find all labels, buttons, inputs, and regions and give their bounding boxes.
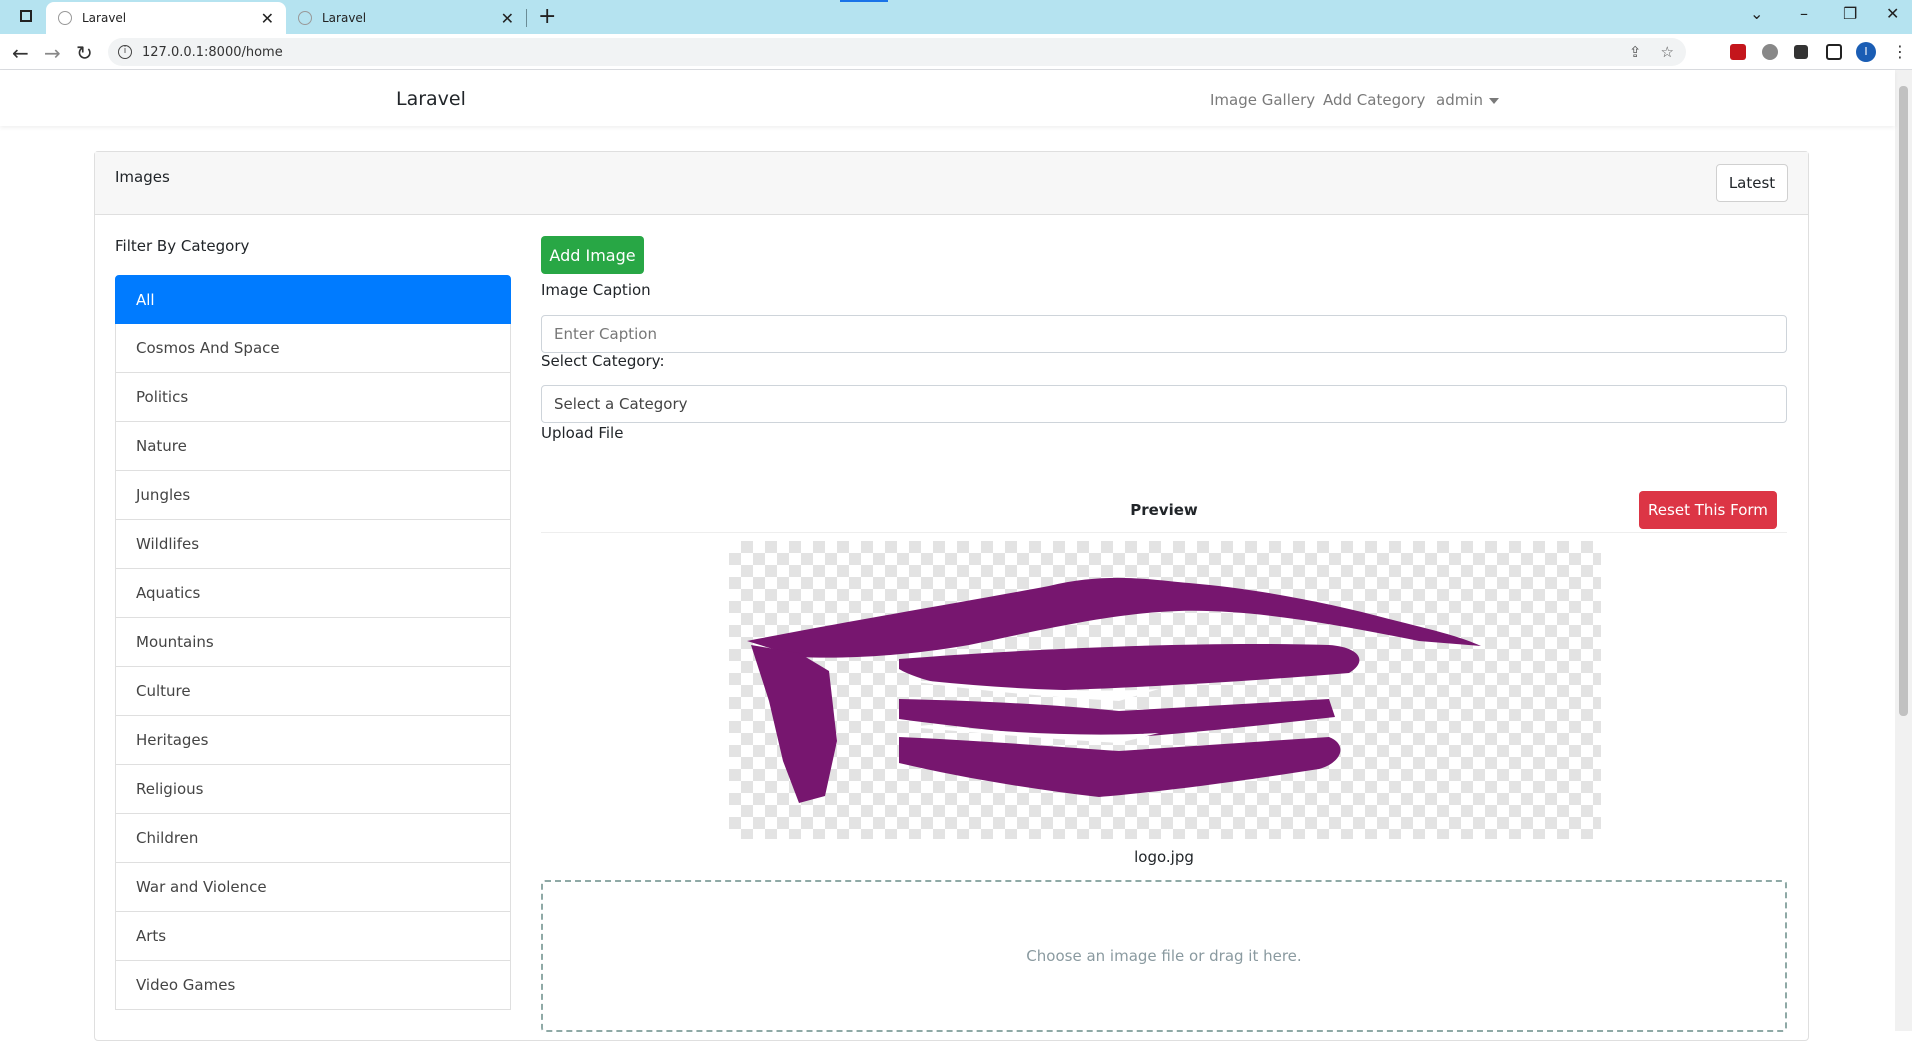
side-panel-icon[interactable] [1826, 44, 1842, 60]
url-text: 127.0.0.1:8000/home [142, 44, 283, 60]
category-item[interactable]: War and Violence [115, 863, 511, 912]
omnibox-actions: ⇪ ☆ [1629, 43, 1674, 61]
minimize-icon[interactable]: – [1800, 4, 1808, 23]
share-icon[interactable]: ⇪ [1629, 43, 1642, 61]
caption-label: Image Caption [541, 281, 651, 299]
category-item[interactable]: Nature [115, 422, 511, 471]
page-scrollbar[interactable] [1895, 70, 1912, 1031]
restore-icon[interactable]: ❐ [1843, 4, 1857, 23]
tab-title: Laravel [82, 11, 127, 25]
category-item[interactable]: Cosmos And Space [115, 324, 511, 373]
dropzone-text: Choose an image file or drag it here. [1026, 947, 1302, 965]
category-item[interactable]: Children [115, 814, 511, 863]
filter-title: Filter By Category [115, 237, 250, 255]
category-item[interactable]: Religious [115, 765, 511, 814]
user-dropdown[interactable]: admin [1436, 91, 1499, 109]
caret-down-icon [1489, 97, 1499, 104]
browser-tab-active[interactable]: Laravel ✕ [46, 2, 286, 34]
add-image-button[interactable]: Add Image [541, 236, 644, 274]
nav-add-category[interactable]: Add Category [1323, 91, 1425, 109]
tab-strip-accent [840, 0, 888, 2]
back-arrow-icon[interactable]: ← [12, 41, 29, 65]
scrollbar-thumb[interactable] [1899, 86, 1908, 716]
category-select[interactable]: Select a Category [541, 385, 1787, 423]
forward-arrow-icon[interactable]: → [44, 41, 61, 65]
category-item[interactable]: Jungles [115, 471, 511, 520]
category-label: Select Category: [541, 352, 665, 370]
reload-icon[interactable]: ↻ [76, 41, 93, 65]
graduation-books-logo [747, 577, 1481, 803]
category-item[interactable]: Culture [115, 667, 511, 716]
card-title: Images [115, 168, 170, 186]
caption-input[interactable] [541, 315, 1787, 353]
puzzle-extensions-icon[interactable] [1794, 45, 1808, 59]
category-item[interactable]: All [115, 275, 511, 324]
file-name: logo.jpg [1134, 848, 1194, 866]
tab-divider [526, 9, 527, 27]
category-item[interactable]: Wildlifes [115, 520, 511, 569]
close-window-icon[interactable]: ✕ [1886, 4, 1899, 23]
browser-tab[interactable]: Laravel ✕ [286, 2, 526, 34]
user-name: admin [1436, 91, 1483, 109]
category-list: All Cosmos And Space Politics Nature Jungles… [115, 275, 511, 1010]
upload-label: Upload File [541, 424, 624, 442]
pdf-extension-icon[interactable] [1730, 44, 1746, 60]
images-card: Images Latest Filter By Category All Cosm… [94, 151, 1809, 1041]
latest-button[interactable]: Latest [1716, 164, 1788, 202]
new-tab-icon[interactable]: + [538, 4, 556, 29]
category-item[interactable]: Mountains [115, 618, 511, 667]
site-info-icon[interactable]: i [118, 45, 132, 59]
nav-image-gallery[interactable]: Image Gallery [1210, 91, 1315, 109]
window-menu-icon[interactable] [20, 10, 32, 22]
category-item[interactable]: Politics [115, 373, 511, 422]
preview-header: Preview Reset This Form [541, 491, 1787, 533]
browser-toolbar: ← → ↻ i 127.0.0.1:8000/home ⇪ ☆ I ⋮ [0, 34, 1912, 70]
tab-title: Laravel [322, 11, 367, 25]
reset-form-button[interactable]: Reset This Form [1639, 491, 1777, 529]
globe-icon [298, 11, 312, 25]
category-item[interactable]: Arts [115, 912, 511, 961]
preview-image [729, 541, 1601, 839]
card-header: Images Latest [95, 152, 1808, 215]
bookmark-star-icon[interactable]: ☆ [1661, 43, 1674, 61]
brand-link[interactable]: Laravel [396, 88, 466, 110]
tab-search-chevron-icon[interactable]: ⌄ [1750, 4, 1763, 23]
profile-avatar[interactable]: I [1856, 42, 1876, 62]
file-dropzone[interactable]: Choose an image file or drag it here. [541, 880, 1787, 1032]
extension-icon[interactable] [1762, 44, 1778, 60]
browser-tab-strip: Laravel ✕ Laravel ✕ + ⌄ – ❐ ✕ [0, 0, 1912, 34]
app-navbar: Laravel Image Gallery Add Category admin [0, 70, 1895, 126]
category-item[interactable]: Aquatics [115, 569, 511, 618]
category-item[interactable]: Heritages [115, 716, 511, 765]
address-bar[interactable]: i 127.0.0.1:8000/home ⇪ ☆ [108, 38, 1686, 66]
globe-icon [58, 11, 72, 25]
close-tab-icon[interactable]: ✕ [261, 9, 274, 28]
category-item[interactable]: Video Games [115, 961, 511, 1010]
preview-title: Preview [1130, 501, 1198, 519]
browser-menu-icon[interactable]: ⋮ [1892, 42, 1908, 61]
close-tab-icon[interactable]: ✕ [501, 9, 514, 28]
